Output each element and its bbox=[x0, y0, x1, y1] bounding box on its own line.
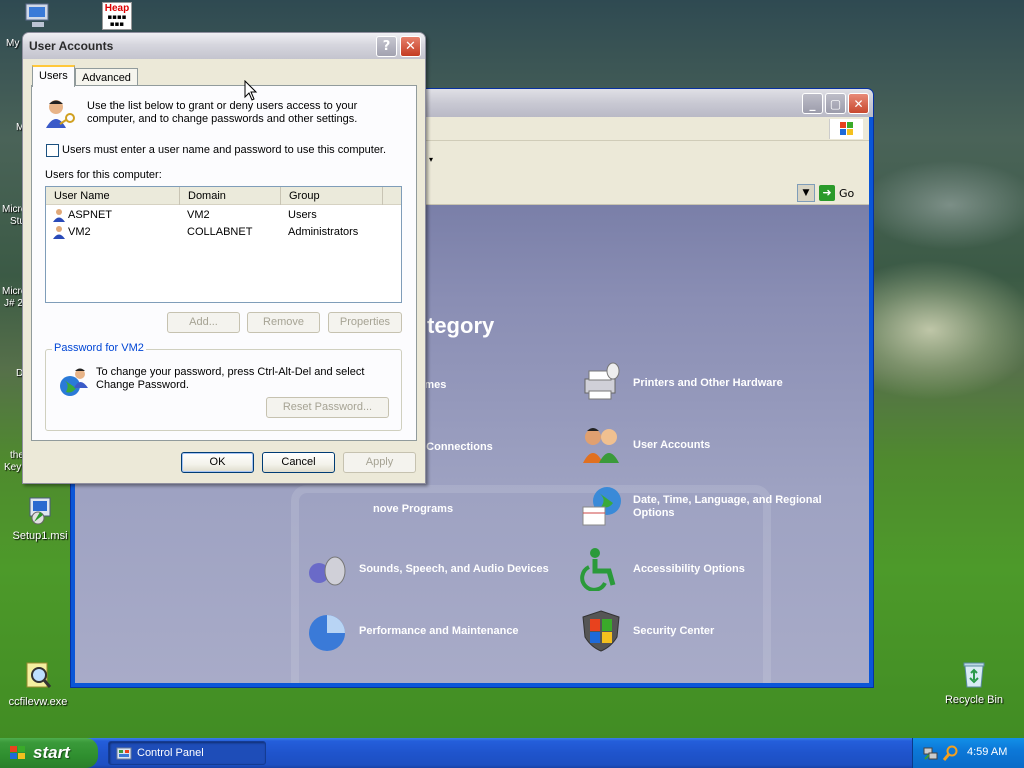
properties-button[interactable]: Properties bbox=[328, 312, 402, 333]
user-accounts-dialog[interactable]: User Accounts ? ✕ Users Advanced Use the… bbox=[22, 32, 426, 484]
add-user-button[interactable]: Add... bbox=[167, 312, 240, 333]
category-performance[interactable]: Performance and Maintenance bbox=[305, 609, 519, 653]
start-label: start bbox=[33, 743, 70, 762]
go-arrow-icon: ➜ bbox=[819, 185, 835, 201]
magnifier-file-icon bbox=[22, 660, 54, 692]
user-globe-icon bbox=[58, 366, 90, 398]
category-user-accounts[interactable]: User Accounts bbox=[579, 423, 710, 467]
password-instructions: To change your password, press Ctrl-Alt-… bbox=[96, 366, 365, 391]
category-heading: tegory bbox=[427, 313, 495, 338]
sky-glow-secondary bbox=[860, 160, 1024, 250]
close-button[interactable]: ✕ bbox=[848, 93, 869, 114]
dialog-titlebar[interactable]: User Accounts ? ✕ bbox=[23, 33, 425, 59]
desktop-label-my: My bbox=[6, 38, 20, 49]
cell-domain: COLLABNET bbox=[187, 226, 253, 238]
taskbar-item-label: Control Panel bbox=[137, 747, 204, 759]
shield-icon bbox=[579, 609, 623, 653]
category-sounds[interactable]: Sounds, Speech, and Audio Devices bbox=[305, 547, 549, 591]
heap-icon[interactable]: Heap ▪▪▪▪ ▪▪▪ bbox=[102, 2, 132, 30]
minimize-button[interactable]: _ bbox=[802, 93, 823, 114]
listview-header: User Name Domain Group bbox=[46, 187, 401, 205]
intro-text: Use the list below to grant or deny user… bbox=[87, 100, 358, 125]
go-button[interactable]: ➜ Go bbox=[819, 184, 869, 202]
table-row[interactable]: VM2 COLLABNET Administrators bbox=[46, 224, 401, 241]
desktop-icon-recycle-bin[interactable]: Recycle Bin bbox=[934, 658, 1014, 706]
taskbar-item-control-panel[interactable]: Control Panel bbox=[108, 741, 266, 765]
category-add-remove[interactable]: nove Programs bbox=[373, 503, 453, 515]
users-listview[interactable]: User Name Domain Group ASPNET VM2 Users … bbox=[45, 186, 402, 303]
taskbar: start Control Panel 4:59 AM bbox=[0, 738, 1024, 768]
ok-button[interactable]: OK bbox=[181, 452, 254, 473]
password-groupbox: Password for VM2 To change your password… bbox=[45, 342, 402, 431]
users-keys-icon bbox=[44, 98, 78, 128]
column-header-username[interactable]: User Name bbox=[46, 187, 180, 205]
mouse-cursor-icon bbox=[244, 79, 258, 102]
users-icon bbox=[579, 423, 623, 467]
require-login-checkbox[interactable] bbox=[46, 144, 59, 157]
cell-group: Administrators bbox=[288, 226, 359, 238]
desktop-label-key: Key bbox=[4, 462, 22, 473]
apply-button[interactable]: Apply bbox=[343, 452, 416, 473]
desktop-icon-label: Recycle Bin bbox=[944, 694, 1004, 706]
maximize-button[interactable]: ▢ bbox=[825, 93, 846, 114]
system-tray: 4:59 AM bbox=[912, 738, 1024, 768]
require-login-label[interactable]: Users must enter a user name and passwor… bbox=[62, 144, 386, 157]
windows-flag-icon bbox=[9, 745, 27, 761]
printer-icon bbox=[579, 361, 623, 405]
tab-users[interactable]: Users bbox=[32, 65, 75, 87]
my-computer-icon[interactable] bbox=[22, 2, 54, 30]
desktop-icon-setup1[interactable]: Setup1.msi bbox=[0, 494, 80, 542]
search-tray-icon[interactable] bbox=[942, 745, 959, 761]
cell-username: VM2 bbox=[68, 226, 91, 238]
table-row[interactable]: ASPNET VM2 Users bbox=[46, 207, 401, 224]
clock[interactable]: 4:59 AM bbox=[967, 746, 1007, 758]
start-button[interactable]: start bbox=[0, 738, 98, 768]
accessibility-icon bbox=[579, 547, 623, 592]
toolbar-dropdown-arrow-icon[interactable]: ▾ bbox=[429, 155, 433, 164]
network-tray-icon[interactable] bbox=[923, 745, 939, 761]
column-header-domain[interactable]: Domain bbox=[180, 187, 281, 205]
cancel-button[interactable]: Cancel bbox=[262, 452, 335, 473]
cell-domain: VM2 bbox=[187, 209, 210, 221]
cell-username: ASPNET bbox=[68, 209, 113, 221]
reset-password-button[interactable]: Reset Password... bbox=[266, 397, 389, 418]
help-button[interactable]: ? bbox=[376, 36, 397, 57]
address-dropdown-button[interactable]: ▼ bbox=[797, 184, 815, 202]
user-icon bbox=[52, 208, 66, 222]
desktop-icon-label: Setup1.msi bbox=[12, 530, 68, 542]
control-panel-icon bbox=[116, 746, 132, 762]
installer-icon bbox=[24, 494, 56, 526]
category-accessibility[interactable]: Accessibility Options bbox=[579, 547, 745, 592]
remove-user-button[interactable]: Remove bbox=[247, 312, 320, 333]
date-time-icon bbox=[579, 485, 623, 529]
dialog-close-button[interactable]: ✕ bbox=[400, 36, 421, 57]
password-group-label: Password for VM2 bbox=[52, 342, 146, 354]
performance-icon bbox=[305, 609, 349, 653]
column-header-group[interactable]: Group bbox=[281, 187, 383, 205]
user-icon bbox=[52, 225, 66, 239]
windows-logo-icon bbox=[829, 119, 863, 139]
dialog-title: User Accounts bbox=[29, 39, 114, 53]
go-label: Go bbox=[839, 186, 855, 200]
category-date-time[interactable]: Date, Time, Language, and Regional Optio… bbox=[579, 485, 869, 529]
recycle-bin-icon bbox=[958, 658, 990, 690]
category-security-center[interactable]: Security Center bbox=[579, 609, 714, 653]
cell-group: Users bbox=[288, 209, 317, 221]
desktop-icon-label: ccfilevw.exe bbox=[8, 696, 68, 708]
users-list-label: Users for this computer: bbox=[45, 169, 162, 181]
desktop-label-j2: J# 2 bbox=[4, 298, 23, 309]
category-printers[interactable]: Printers and Other Hardware bbox=[579, 361, 783, 405]
desktop-icon-ccfilevw[interactable]: ccfilevw.exe bbox=[0, 660, 78, 708]
sound-icon bbox=[305, 547, 349, 591]
